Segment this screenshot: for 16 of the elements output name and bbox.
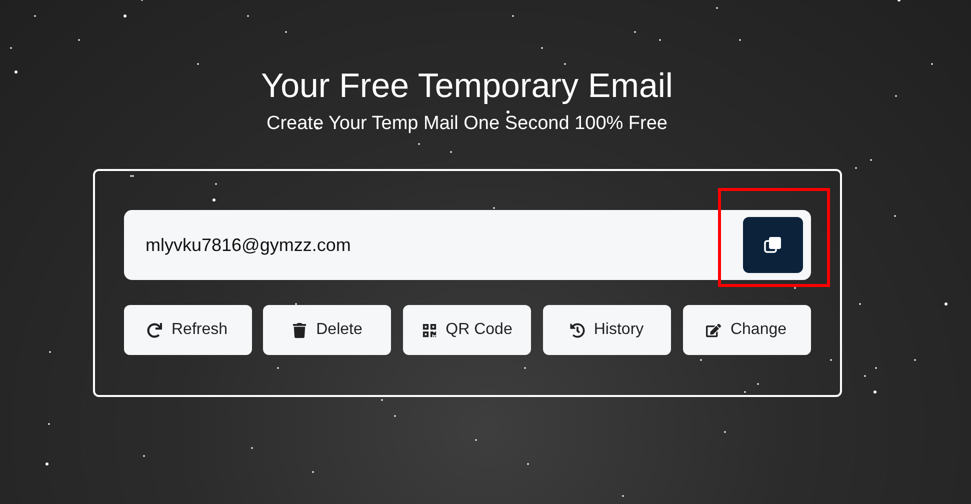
email-input[interactable]: mlyvku7816@gymzz.com [144,234,742,256]
action-button[interactable]: Delete [263,305,392,355]
page-title: Your Free Temporary Email [261,66,673,107]
history-icon [570,322,585,338]
change-icon [706,322,722,338]
page-subtitle: Create Your Temp Mail One Second 100% Free [266,112,668,136]
action-button[interactable]: Change [682,305,810,355]
copy-icon [762,235,782,255]
email-field[interactable]: mlyvku7816@gymzz.com [124,210,810,280]
action-button[interactable]: History [542,305,671,355]
action-button[interactable]: Refresh [124,305,252,355]
action-button[interactable]: QR Code [403,305,531,355]
copy-button[interactable] [742,217,802,273]
refresh-icon [147,322,162,338]
qr-icon [422,322,437,338]
delete-icon [292,322,308,338]
